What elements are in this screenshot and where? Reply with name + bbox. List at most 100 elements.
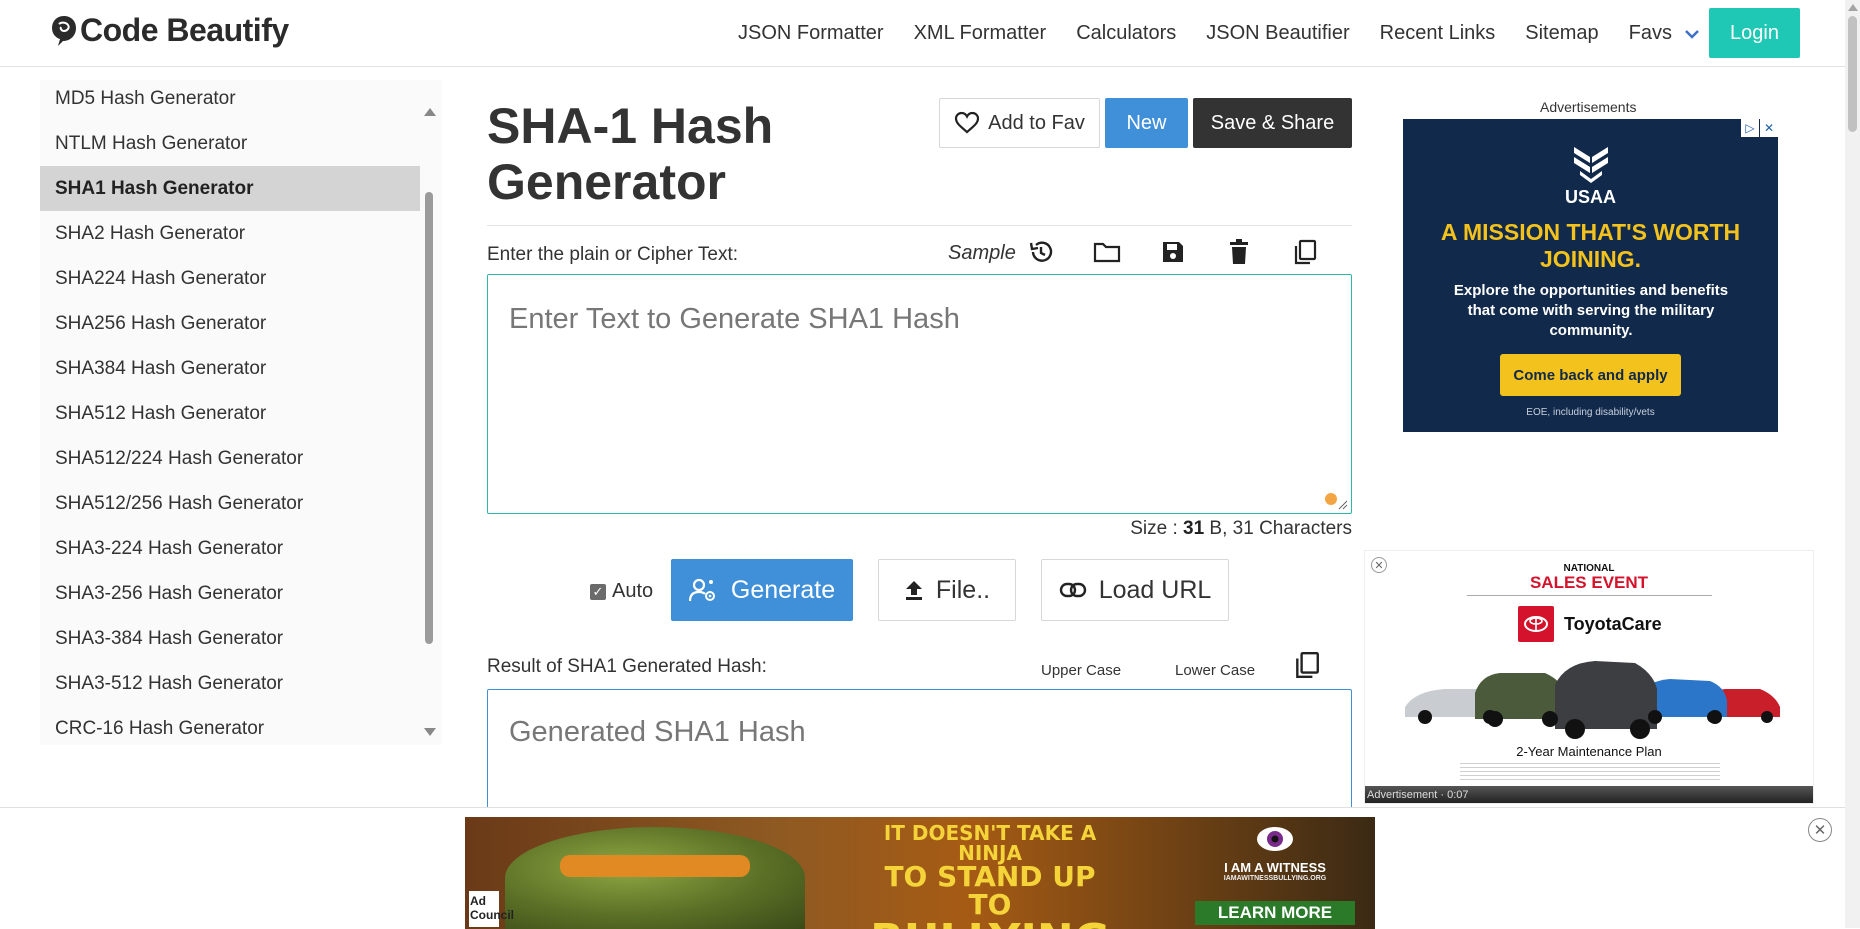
bullying-banner-ad[interactable]: Ad Council IT doesn't TAKE a NINJA to ST… xyxy=(465,817,1375,929)
grammar-indicator-icon[interactable] xyxy=(1325,493,1337,505)
sidebar-item[interactable]: CRC-16 Hash Generator xyxy=(40,706,420,745)
load-url-button[interactable]: Load URL xyxy=(1041,559,1229,621)
upper-case-link[interactable]: Upper Case xyxy=(1041,662,1121,679)
divider xyxy=(1467,595,1712,596)
size-indicator: Size : 31 B, 31 Characters xyxy=(1130,518,1352,540)
generate-label: Generate xyxy=(730,575,836,604)
toyota-line2: SALES EVENT xyxy=(1529,573,1649,592)
nav-json-formatter[interactable]: JSON Formatter xyxy=(738,22,884,45)
close-icon[interactable]: ✕ xyxy=(1808,818,1832,842)
usaa-footnote: EOE, including disability/vets xyxy=(1526,407,1655,418)
sidebar-item[interactable]: SHA224 Hash Generator xyxy=(40,256,420,301)
sidebar-scroll-down[interactable] xyxy=(424,728,436,736)
file-label: File.. xyxy=(935,575,991,604)
copy-icon[interactable] xyxy=(1291,238,1319,266)
sidebar-list: MD5 Hash Generator NTLM Hash Generator SHA… xyxy=(40,80,420,745)
sidebar-item[interactable]: SHA512/256 Hash Generator xyxy=(40,481,420,526)
user-gear-icon xyxy=(688,578,715,602)
size-bytes: 31 xyxy=(1183,518,1205,539)
witness-url: IAMAWITNESSBULLYING.ORG xyxy=(1223,875,1327,882)
generate-button[interactable]: Generate xyxy=(671,559,853,621)
sidebar-scrollbar[interactable] xyxy=(422,80,436,745)
toyota-video-ad[interactable]: ✕ NATIONAL SALES EVENT ToyotaCare 2-Year… xyxy=(1364,550,1814,804)
ninja-turtle-image xyxy=(505,827,805,929)
cars-image xyxy=(1405,661,1780,739)
adchoices-icon[interactable]: ▷ xyxy=(1741,119,1759,137)
toyotacare-logo: ToyotaCare xyxy=(1518,606,1662,642)
toyota-emblem-icon xyxy=(1518,606,1554,642)
file-button[interactable]: File.. xyxy=(878,559,1016,621)
nav-favs[interactable]: Favs xyxy=(1629,22,1700,45)
auto-checkbox[interactable]: ✓ xyxy=(590,583,606,600)
load-url-label: Load URL xyxy=(1098,575,1212,604)
result-placeholder: Generated SHA1 Hash xyxy=(509,716,806,748)
save-icon[interactable] xyxy=(1159,238,1187,266)
ad-timer: Advertisement · 0:07 xyxy=(1367,789,1469,801)
heart-icon xyxy=(955,111,980,134)
usaa-logo: USAA xyxy=(1403,141,1778,208)
resize-handle-icon[interactable] xyxy=(1338,500,1348,510)
eye-icon xyxy=(1257,827,1293,851)
page-scrollbar[interactable] xyxy=(1845,0,1860,928)
site-header: Code Beautify JSON Formatter XML Formatt… xyxy=(0,0,1845,67)
sidebar-scroll-up[interactable] xyxy=(424,108,436,116)
result-output[interactable]: Generated SHA1 Hash xyxy=(487,689,1352,819)
nav-xml-formatter[interactable]: XML Formatter xyxy=(914,22,1047,45)
site-logo[interactable]: Code Beautify xyxy=(50,12,289,49)
auto-toggle[interactable]: ✓ Auto xyxy=(590,580,653,603)
logo-text: Code Beautify xyxy=(80,12,289,48)
plain-text-input[interactable]: Enter Text to Generate SHA1 Hash xyxy=(487,274,1352,514)
nav-json-beautifier[interactable]: JSON Beautifier xyxy=(1206,22,1349,45)
logo-icon xyxy=(52,15,76,46)
usaa-body: Explore the opportunities and benefits t… xyxy=(1453,282,1729,339)
scroll-up-arrow[interactable] xyxy=(1848,4,1858,11)
sidebar-item[interactable]: SHA384 Hash Generator xyxy=(40,346,420,391)
usaa-headline: A MISSION THAT'S WORTH JOINING. xyxy=(1440,219,1741,272)
history-icon[interactable] xyxy=(1027,238,1055,266)
slogan-line-1: IT doesn't TAKE a NINJA xyxy=(883,821,1097,865)
usaa-cta-button[interactable]: Come back and apply xyxy=(1500,354,1681,396)
save-share-button[interactable]: Save & Share xyxy=(1193,98,1352,148)
eagle-icon xyxy=(1573,147,1608,183)
size-suffix: B, 31 Characters xyxy=(1204,518,1352,539)
link-icon xyxy=(1059,582,1086,598)
ad-choices[interactable]: ▷ ✕ xyxy=(1741,119,1778,137)
divider xyxy=(487,225,1352,226)
copy-result-icon[interactable] xyxy=(1293,651,1321,679)
banner-slogan: IT doesn't TAKE a NINJA to STAND UP to B… xyxy=(860,823,1120,929)
sidebar-item[interactable]: SHA2 Hash Generator xyxy=(40,211,420,256)
sidebar-item[interactable]: MD5 Hash Generator xyxy=(40,80,420,121)
sample-link[interactable]: Sample xyxy=(948,242,1016,265)
sidebar-item[interactable]: SHA256 Hash Generator xyxy=(40,301,420,346)
ad-close-icon[interactable]: ✕ xyxy=(1760,119,1778,137)
usaa-ad[interactable]: ▷ ✕ USAA A MISSION THAT'S WORTH JOINING.… xyxy=(1403,119,1778,432)
nav-calculators[interactable]: Calculators xyxy=(1076,22,1176,45)
learn-more-button[interactable]: LEARN MORE xyxy=(1195,901,1355,925)
sidebar-item[interactable]: SHA3-512 Hash Generator xyxy=(40,661,420,706)
toyota-brand: ToyotaCare xyxy=(1564,613,1662,634)
trash-icon[interactable] xyxy=(1225,238,1253,266)
login-button[interactable]: Login xyxy=(1709,8,1800,58)
lower-case-link[interactable]: Lower Case xyxy=(1175,662,1255,679)
sidebar-item[interactable]: NTLM Hash Generator xyxy=(40,121,420,166)
new-button[interactable]: New xyxy=(1105,98,1188,148)
nav-sitemap[interactable]: Sitemap xyxy=(1525,22,1598,45)
auto-label: Auto xyxy=(612,580,654,602)
folder-icon[interactable] xyxy=(1093,238,1121,266)
add-to-fav-button[interactable]: Add to Fav xyxy=(939,98,1100,148)
sidebar-item[interactable]: SHA512 Hash Generator xyxy=(40,391,420,436)
nav-recent-links[interactable]: Recent Links xyxy=(1380,22,1496,45)
ad-council-logo: Ad Council xyxy=(469,891,514,927)
witness-title: I AM A WITNESS xyxy=(1224,860,1326,875)
sidebar-item[interactable]: SHA1 Hash Generator xyxy=(40,166,420,211)
sidebar-item[interactable]: SHA3-224 Hash Generator xyxy=(40,526,420,571)
sidebar-item[interactable]: SHA512/224 Hash Generator xyxy=(40,436,420,481)
scrollbar-thumb[interactable] xyxy=(1848,16,1857,132)
sidebar-item[interactable]: SHA3-256 Hash Generator xyxy=(40,571,420,616)
sidebar-item[interactable]: SHA3-384 Hash Generator xyxy=(40,616,420,661)
add-to-fav-label: Add to Fav xyxy=(988,111,1085,134)
sidebar-scroll-thumb[interactable] xyxy=(425,192,433,644)
input-label: Enter the plain or Cipher Text: xyxy=(487,244,739,265)
result-label: Result of SHA1 Generated Hash: xyxy=(487,656,767,677)
advertisements-label: Advertisements xyxy=(1540,99,1637,115)
